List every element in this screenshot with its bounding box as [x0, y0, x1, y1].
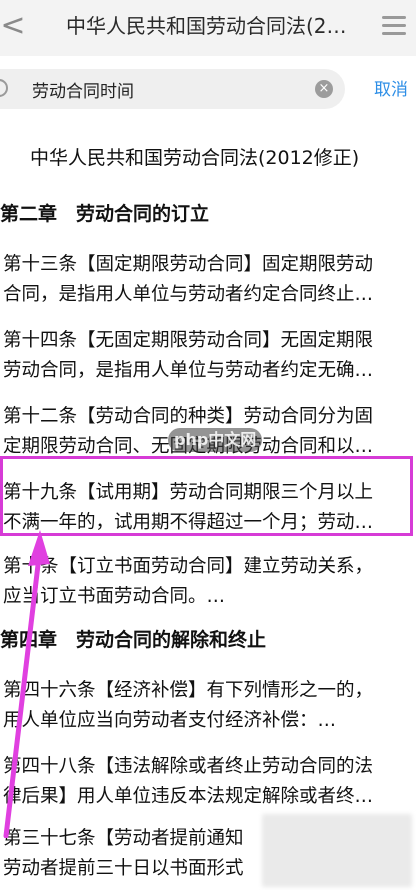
menu-icon-bar	[382, 15, 406, 19]
result-line: 应当订立书面劳动合同。…	[3, 586, 226, 607]
result-line: 第十三条【固定期限劳动合同】固定期限劳动	[3, 254, 374, 275]
watermark: php中文网	[168, 428, 263, 452]
result-item[interactable]: 第十三条【固定期限劳动合同】固定期限劳动 合同，是指用人单位与劳动者约定合同终止…	[3, 250, 409, 316]
page-title: 中华人民共和国劳动合同法(2…	[66, 14, 347, 38]
result-item[interactable]: 第四十八条【违法解除或者终止劳动合同的法 律后果】用人单位违反本法规定解除或者终…	[3, 752, 409, 818]
clear-icon[interactable]: ×	[315, 80, 333, 98]
search-icon	[0, 79, 8, 97]
blurred-area	[262, 814, 412, 887]
result-line: 第十条【订立书面劳动合同】建立劳动关系，	[3, 556, 374, 577]
result-line: 第十四条【无固定期限劳动合同】无固定期限	[3, 330, 374, 351]
result-line: 用人单位应当向劳动者支付经济补偿：…	[3, 710, 337, 731]
result-item[interactable]: 第十四条【无固定期限劳动合同】无固定期限 劳动合同，是指用人单位与劳动者约定无确…	[3, 326, 409, 392]
menu-icon[interactable]	[382, 10, 406, 40]
arrow-shaft	[3, 545, 43, 838]
result-line: 律后果】用人单位违反本法规定解除或者终…	[3, 786, 374, 807]
highlight-frame	[0, 456, 413, 536]
arrow-head	[28, 530, 50, 566]
chapter-heading[interactable]: 第四章 劳动合同的解除和终止	[0, 624, 410, 656]
menu-icon-bar	[382, 31, 406, 35]
result-line: 第四十八条【违法解除或者终止劳动合同的法	[3, 756, 374, 777]
search-field[interactable]: ×	[0, 69, 345, 109]
navigation-bar: < 中华人民共和国劳动合同法(2…	[0, 0, 416, 57]
result-item[interactable]: 第十条【订立书面劳动合同】建立劳动关系， 应当订立书面劳动合同。…	[3, 552, 409, 618]
chapter-heading[interactable]: 第二章 劳动合同的订立	[0, 198, 410, 230]
annotation-arrow	[3, 530, 50, 838]
result-line: 第四十六条【经济补偿】有下列情形之一的，	[3, 680, 374, 701]
search-results: 中华人民共和国劳动合同法(2012修正) 第二章 劳动合同的订立 第十三条【固定…	[0, 118, 416, 887]
result-line: 劳动合同，是指用人单位与劳动者约定无确…	[3, 360, 374, 381]
search-input[interactable]	[32, 69, 302, 109]
search-bar: × 取消	[0, 56, 416, 118]
back-chevron-icon[interactable]: <	[0, 6, 26, 46]
cancel-button[interactable]: 取消	[374, 76, 408, 104]
menu-icon-bar	[382, 23, 406, 27]
result-line: 合同，是指用人单位与劳动者约定合同终止…	[3, 284, 374, 305]
result-item[interactable]: 第四十六条【经济补偿】有下列情形之一的， 用人单位应当向劳动者支付经济补偿：…	[3, 676, 409, 742]
document-title: 中华人民共和国劳动合同法(2012修正)	[30, 147, 360, 169]
